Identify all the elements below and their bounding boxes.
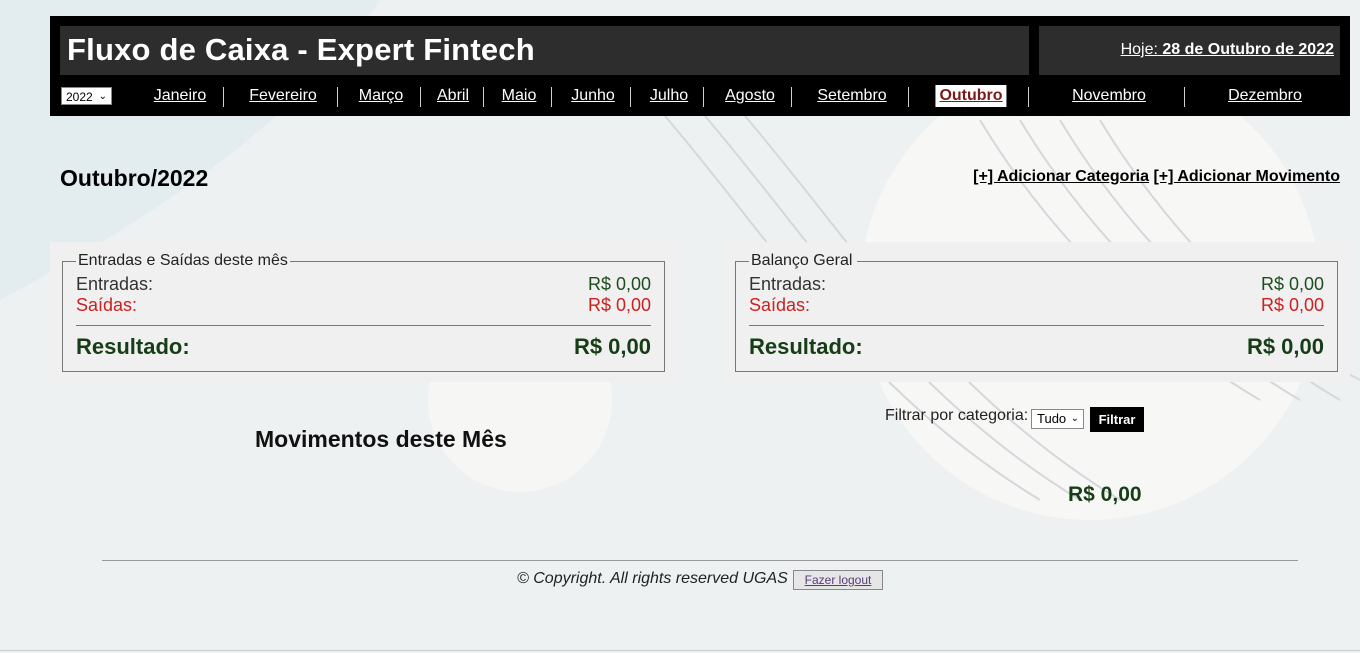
month-summary-legend: Entradas e Saídas deste mês bbox=[78, 252, 288, 269]
entries-value: R$ 0,00 bbox=[587, 274, 651, 294]
exits-value: R$ 0,00 bbox=[587, 295, 651, 315]
month-separator bbox=[223, 87, 224, 107]
month-link-junho[interactable]: Junho bbox=[571, 87, 615, 105]
movements-total: R$ 0,00 bbox=[1068, 483, 1142, 506]
category-filter-value: Tudo bbox=[1037, 411, 1067, 426]
general-balance-panel: Balanço Geral Entradas: R$ 0,00 Saídas: … bbox=[723, 242, 1350, 382]
month-link-outubro[interactable]: Outubro bbox=[935, 85, 1007, 107]
today-date: Hoje: 28 de Outubro de 2022 bbox=[1121, 41, 1334, 59]
month-separator bbox=[1184, 87, 1185, 107]
exits-value: R$ 0,00 bbox=[1260, 295, 1324, 315]
month-summary-box: Entradas e Saídas deste mês Entradas: R$… bbox=[62, 252, 665, 372]
month-summary-panel: Entradas e Saídas deste mês Entradas: R$… bbox=[50, 242, 677, 382]
month-separator bbox=[791, 87, 792, 107]
month-link-janeiro[interactable]: Janeiro bbox=[154, 87, 206, 105]
footer-divider bbox=[102, 560, 1298, 561]
page: Fluxo de Caixa - Expert Fintech Hoje: 28… bbox=[0, 0, 1360, 653]
filter-label: Filtrar por categoria: bbox=[885, 407, 1029, 424]
month-link-maio[interactable]: Maio bbox=[502, 87, 537, 105]
header-bar: Fluxo de Caixa - Expert Fintech Hoje: 28… bbox=[50, 16, 1350, 116]
entries-value: R$ 0,00 bbox=[1260, 274, 1324, 294]
month-nav: Janeiro Fevereiro Março Abril Maio Junho… bbox=[50, 82, 1350, 110]
month-separator bbox=[630, 87, 631, 107]
exits-label: Saídas: bbox=[749, 295, 811, 315]
month-link-abril[interactable]: Abril bbox=[437, 87, 469, 105]
add-category-link[interactable]: [+] Adicionar Categoria bbox=[973, 168, 1149, 185]
logout-button[interactable]: Fazer logout bbox=[793, 570, 883, 590]
movements-title: Movimentos deste Mês bbox=[255, 426, 507, 452]
month-separator bbox=[483, 87, 484, 107]
entries-label: Entradas: bbox=[749, 274, 827, 294]
month-link-fevereiro[interactable]: Fevereiro bbox=[249, 87, 317, 105]
border-segment bbox=[857, 261, 1338, 262]
result-value: R$ 0,00 bbox=[1246, 334, 1324, 359]
month-link-setembro[interactable]: Setembro bbox=[817, 87, 886, 105]
today-label: Hoje: bbox=[1120, 41, 1158, 58]
date-box: Hoje: 28 de Outubro de 2022 bbox=[1039, 26, 1340, 75]
exits-label: Saídas: bbox=[76, 295, 138, 315]
month-separator bbox=[551, 87, 552, 107]
page-title: Outubro/2022 bbox=[60, 165, 209, 191]
filter-button[interactable]: Filtrar bbox=[1090, 407, 1144, 432]
bottom-divider bbox=[0, 650, 1360, 651]
divider bbox=[749, 325, 1324, 326]
divider bbox=[76, 325, 651, 326]
month-link-marco[interactable]: Março bbox=[359, 87, 403, 105]
general-balance-box: Balanço Geral Entradas: R$ 0,00 Saídas: … bbox=[735, 252, 1338, 372]
border-segment bbox=[735, 261, 749, 262]
copyright-text: © Copyright. All rights reserved UGAS bbox=[517, 570, 788, 587]
month-separator bbox=[908, 87, 909, 107]
chevron-down-icon: ⌄ bbox=[1070, 413, 1079, 424]
result-value: R$ 0,00 bbox=[573, 334, 651, 359]
month-separator bbox=[1028, 87, 1029, 107]
month-separator bbox=[420, 87, 421, 107]
result-label: Resultado: bbox=[76, 334, 190, 359]
title-box: Fluxo de Caixa - Expert Fintech bbox=[60, 26, 1029, 75]
month-link-novembro[interactable]: Novembro bbox=[1072, 87, 1146, 105]
general-balance-legend: Balanço Geral bbox=[751, 252, 853, 269]
month-link-julho[interactable]: Julho bbox=[650, 87, 688, 105]
month-link-dezembro[interactable]: Dezembro bbox=[1228, 87, 1302, 105]
border-segment bbox=[290, 261, 665, 262]
add-movement-link[interactable]: [+] Adicionar Movimento bbox=[1153, 168, 1340, 185]
category-filter-select[interactable]: Tudo ⌄ bbox=[1031, 409, 1084, 429]
border-segment bbox=[62, 261, 76, 262]
actions-bar: [+] Adicionar Categoria [+] Adicionar Mo… bbox=[973, 168, 1340, 186]
app-title: Fluxo de Caixa - Expert Fintech bbox=[67, 32, 535, 67]
month-separator bbox=[703, 87, 704, 107]
month-link-agosto[interactable]: Agosto bbox=[725, 87, 775, 105]
month-separator bbox=[337, 87, 338, 107]
result-label: Resultado: bbox=[749, 334, 863, 359]
entries-label: Entradas: bbox=[76, 274, 154, 294]
today-value: 28 de Outubro de 2022 bbox=[1162, 41, 1334, 58]
